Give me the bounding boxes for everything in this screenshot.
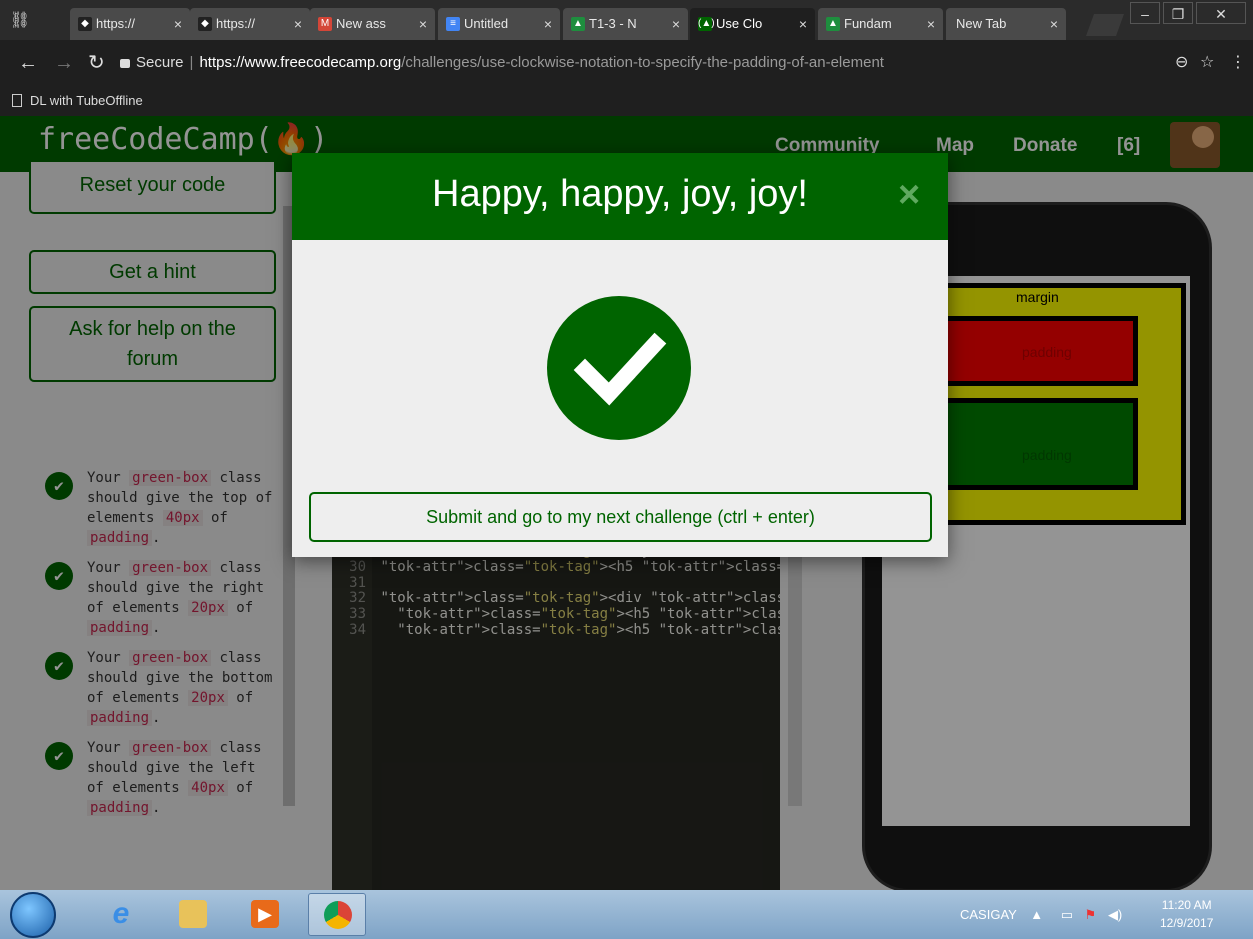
success-modal: Happy, happy, joy, joy! × Submit and go … xyxy=(292,153,948,557)
start-button[interactable] xyxy=(10,892,56,938)
address-bar: ← → ↻ Secure | https://www.freecodecamp.or… xyxy=(0,40,1253,86)
tab-close-icon[interactable]: × xyxy=(294,8,302,40)
tab-title: Untitled xyxy=(464,16,509,31)
tab-title: https:// xyxy=(96,16,136,31)
tab-title: https:// xyxy=(216,16,256,31)
gmail-icon: M xyxy=(318,17,332,31)
clock-time: 11:20 AM xyxy=(1161,898,1212,912)
ie-icon: e xyxy=(112,897,130,930)
folder-icon xyxy=(179,900,207,928)
submit-next-button[interactable]: Submit and go to my next challenge (ctrl… xyxy=(309,492,932,542)
tab-title: Use Clo xyxy=(716,16,763,31)
browser-tab[interactable]: ▲ Fundam × xyxy=(818,8,943,40)
tab-close-icon[interactable]: × xyxy=(927,8,935,40)
browser-tab[interactable]: M New ass × xyxy=(310,8,435,40)
back-icon[interactable]: ← xyxy=(18,50,38,76)
classroom-icon: ▲ xyxy=(571,17,585,31)
tab-close-icon[interactable]: × xyxy=(174,8,182,40)
fcc-icon: (▲) xyxy=(698,17,715,31)
tab-title: Fundam xyxy=(844,16,892,31)
shield-icon: ◆ xyxy=(198,17,212,31)
clock[interactable]: 11:20 AM 12/9/2017 xyxy=(1160,896,1213,932)
tray-expand-icon[interactable]: ▲ xyxy=(1030,907,1043,922)
browser-tab[interactable]: ◆ https:// × xyxy=(190,8,310,40)
tab-title: New ass xyxy=(336,16,386,31)
minimize-icon[interactable]: – xyxy=(1130,2,1160,24)
browser-tab[interactable]: ◆ https:// × xyxy=(70,8,190,40)
url-path: /challenges/use-clockwise-notation-to-sp… xyxy=(401,54,884,71)
action-center-icon[interactable]: ⚑ xyxy=(1085,907,1097,922)
volume-icon[interactable]: ◀) xyxy=(1108,907,1122,922)
tab-close-icon[interactable]: × xyxy=(672,8,680,40)
close-icon[interactable]: × xyxy=(898,175,920,215)
url-separator: | xyxy=(189,54,194,71)
modal-title: Happy, happy, joy, joy! xyxy=(432,173,808,215)
tab-close-icon[interactable]: × xyxy=(544,8,552,40)
browser-tabstrip: ⛓ ◆ https:// × ◆ https:// × M New ass × … xyxy=(0,0,1253,40)
media-taskbar-button[interactable]: ▶ xyxy=(236,893,294,936)
forward-icon[interactable]: → xyxy=(54,50,74,76)
browser-tab[interactable]: New Tab × xyxy=(946,8,1066,40)
docs-icon: ≡ xyxy=(446,17,460,31)
explorer-taskbar-button[interactable] xyxy=(164,893,222,936)
url-host: https://www.freecodecamp.org xyxy=(199,54,402,71)
incognito-icon: ⛓ xyxy=(9,12,31,29)
browser-tab[interactable]: ▲ T1-3 - N × xyxy=(563,8,688,40)
tab-close-icon[interactable]: × xyxy=(419,8,427,40)
bookmark-star-icon[interactable]: ☆ xyxy=(1200,52,1214,72)
system-tray: CASIGAY ▲ ▭ ⚑ ◀) xyxy=(960,890,1122,939)
bookmarks-bar: DL with TubeOffline xyxy=(0,86,1253,116)
ie-taskbar-button[interactable]: e xyxy=(92,893,150,936)
media-player-icon: ▶ xyxy=(251,900,279,928)
taskbar: e ▶ CASIGAY ▲ ▭ ⚑ ◀) 11:20 AM 12/9/2017 xyxy=(0,890,1253,939)
reload-icon[interactable]: ↻ xyxy=(88,50,105,76)
browser-tab-active[interactable]: (▲) Use Clo × xyxy=(690,8,815,40)
close-window-icon[interactable]: ✕ xyxy=(1196,2,1246,24)
lock-icon xyxy=(120,59,130,68)
modal-header: Happy, happy, joy, joy! × xyxy=(292,153,948,240)
success-check-icon xyxy=(547,296,691,440)
page-icon xyxy=(12,94,22,107)
tab-title: New Tab xyxy=(956,16,1007,31)
bookmark-item[interactable]: DL with TubeOffline xyxy=(30,93,143,108)
tab-title: T1-3 - N xyxy=(589,16,637,31)
tab-close-icon[interactable]: × xyxy=(1050,8,1058,40)
network-icon[interactable]: ▭ xyxy=(1061,907,1073,922)
zoom-icon[interactable]: ⊖ xyxy=(1175,52,1188,72)
new-tab-button[interactable] xyxy=(1085,14,1125,36)
shield-icon: ◆ xyxy=(78,17,92,31)
clock-date: 12/9/2017 xyxy=(1160,916,1214,930)
page: freeCodeCamp(🔥) Community Map Donate [6]… xyxy=(0,116,1253,890)
tab-close-icon[interactable]: × xyxy=(799,8,807,40)
url-field[interactable]: Secure | https://www.freecodecamp.org/chal… xyxy=(120,50,1220,76)
classroom-icon: ▲ xyxy=(826,17,840,31)
tray-user: CASIGAY xyxy=(960,907,1017,922)
menu-icon[interactable]: ⋮ xyxy=(1230,52,1246,72)
restore-icon[interactable]: ❐ xyxy=(1163,2,1193,24)
chrome-taskbar-button[interactable] xyxy=(308,893,366,936)
chrome-icon xyxy=(324,901,352,929)
secure-label: Secure xyxy=(136,54,184,71)
browser-tab[interactable]: ≡ Untitled × xyxy=(438,8,560,40)
